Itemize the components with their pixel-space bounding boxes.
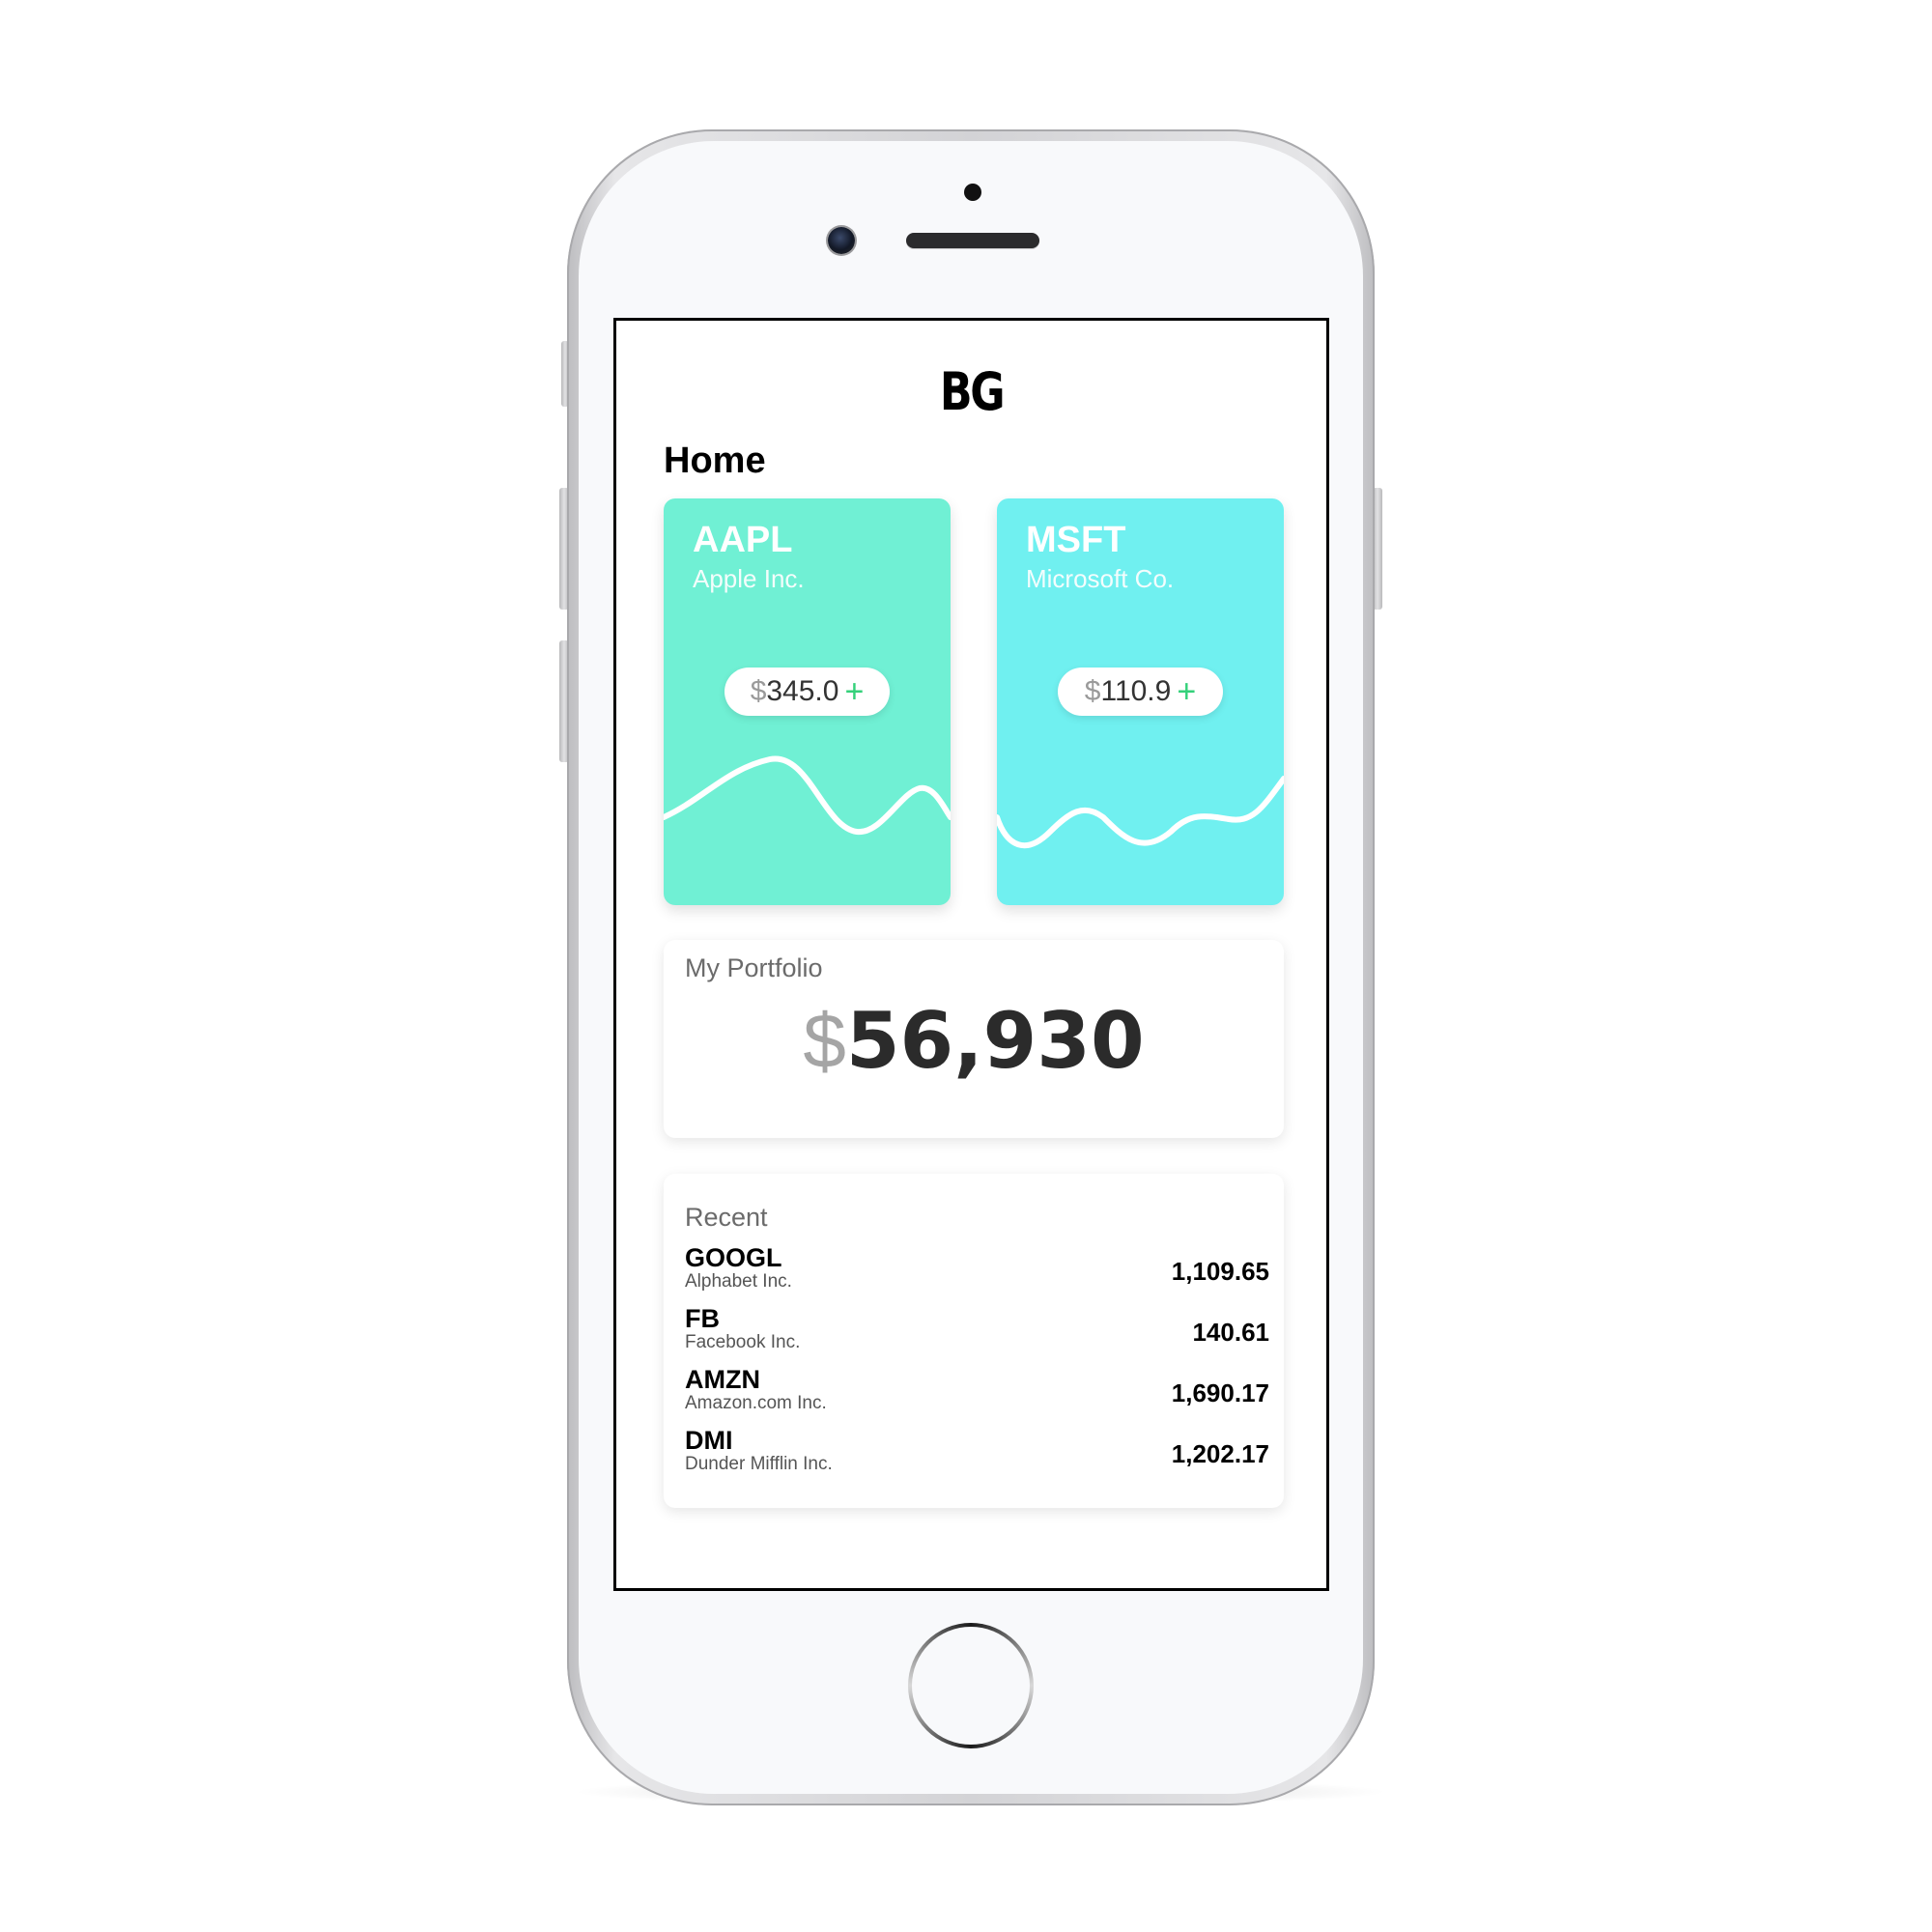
stage: BG Home AAPL Apple Inc. $ 345.0 + MSFT M… xyxy=(0,0,1932,1932)
stock-price: 345.0 xyxy=(766,675,839,707)
price-pill: $ 110.9 + xyxy=(1058,668,1223,716)
proximity-sensor xyxy=(964,184,981,201)
home-button[interactable] xyxy=(908,1623,1034,1748)
row-value: 1,690.17 xyxy=(1171,1378,1269,1407)
stock-company: Apple Inc. xyxy=(693,564,805,593)
page-title: Home xyxy=(664,440,766,481)
row-ticker: AMZN xyxy=(685,1365,760,1394)
portfolio-label: My Portfolio xyxy=(685,953,823,982)
row-company: Facebook Inc. xyxy=(685,1332,801,1352)
currency-symbol: $ xyxy=(1084,675,1101,707)
price-pill: $ 345.0 + xyxy=(724,668,890,716)
row-ticker: GOOGL xyxy=(685,1243,782,1272)
stock-price: 110.9 xyxy=(1100,675,1172,707)
currency-symbol: $ xyxy=(803,998,846,1084)
portfolio-amount: 56,930 xyxy=(845,996,1145,1086)
row-value: 140.61 xyxy=(1192,1318,1269,1347)
portfolio-card[interactable]: My Portfolio $56,930 xyxy=(664,940,1284,1138)
stock-ticker: MSFT xyxy=(1026,520,1126,560)
earpiece-speaker xyxy=(906,233,1039,248)
row-value: 1,202.17 xyxy=(1171,1439,1269,1468)
row-company: Dunder Mifflin Inc. xyxy=(685,1454,833,1474)
app-logo: BG xyxy=(939,361,1006,422)
row-company: Alphabet Inc. xyxy=(685,1271,792,1292)
list-item[interactable]: DMI Dunder Mifflin Inc. 1,202.17 xyxy=(685,1426,1269,1487)
row-ticker: DMI xyxy=(685,1426,733,1455)
currency-symbol: $ xyxy=(750,675,767,707)
row-company: Amazon.com Inc. xyxy=(685,1393,827,1413)
recent-card: Recent GOOGL Alphabet Inc. 1,109.65 FB F… xyxy=(664,1174,1284,1508)
list-item[interactable]: GOOGL Alphabet Inc. 1,109.65 xyxy=(685,1243,1269,1304)
stock-card-aapl[interactable]: AAPL Apple Inc. $ 345.0 + xyxy=(664,498,951,905)
list-item[interactable]: FB Facebook Inc. 140.61 xyxy=(685,1304,1269,1365)
row-value: 1,109.65 xyxy=(1171,1257,1269,1286)
row-ticker: FB xyxy=(685,1304,720,1333)
stock-ticker: AAPL xyxy=(693,520,793,560)
recent-list: GOOGL Alphabet Inc. 1,109.65 FB Facebook… xyxy=(685,1243,1269,1487)
stock-company: Microsoft Co. xyxy=(1026,564,1175,593)
front-camera-icon xyxy=(828,227,855,254)
plus-icon: + xyxy=(1177,673,1197,710)
portfolio-value: $56,930 xyxy=(664,996,1284,1086)
app-screen: BG Home AAPL Apple Inc. $ 345.0 + MSFT M… xyxy=(613,318,1329,1591)
list-item[interactable]: AMZN Amazon.com Inc. 1,690.17 xyxy=(685,1365,1269,1426)
recent-title: Recent xyxy=(685,1203,768,1232)
stock-card-msft[interactable]: MSFT Microsoft Co. $ 110.9 + xyxy=(997,498,1284,905)
plus-icon: + xyxy=(844,673,865,710)
